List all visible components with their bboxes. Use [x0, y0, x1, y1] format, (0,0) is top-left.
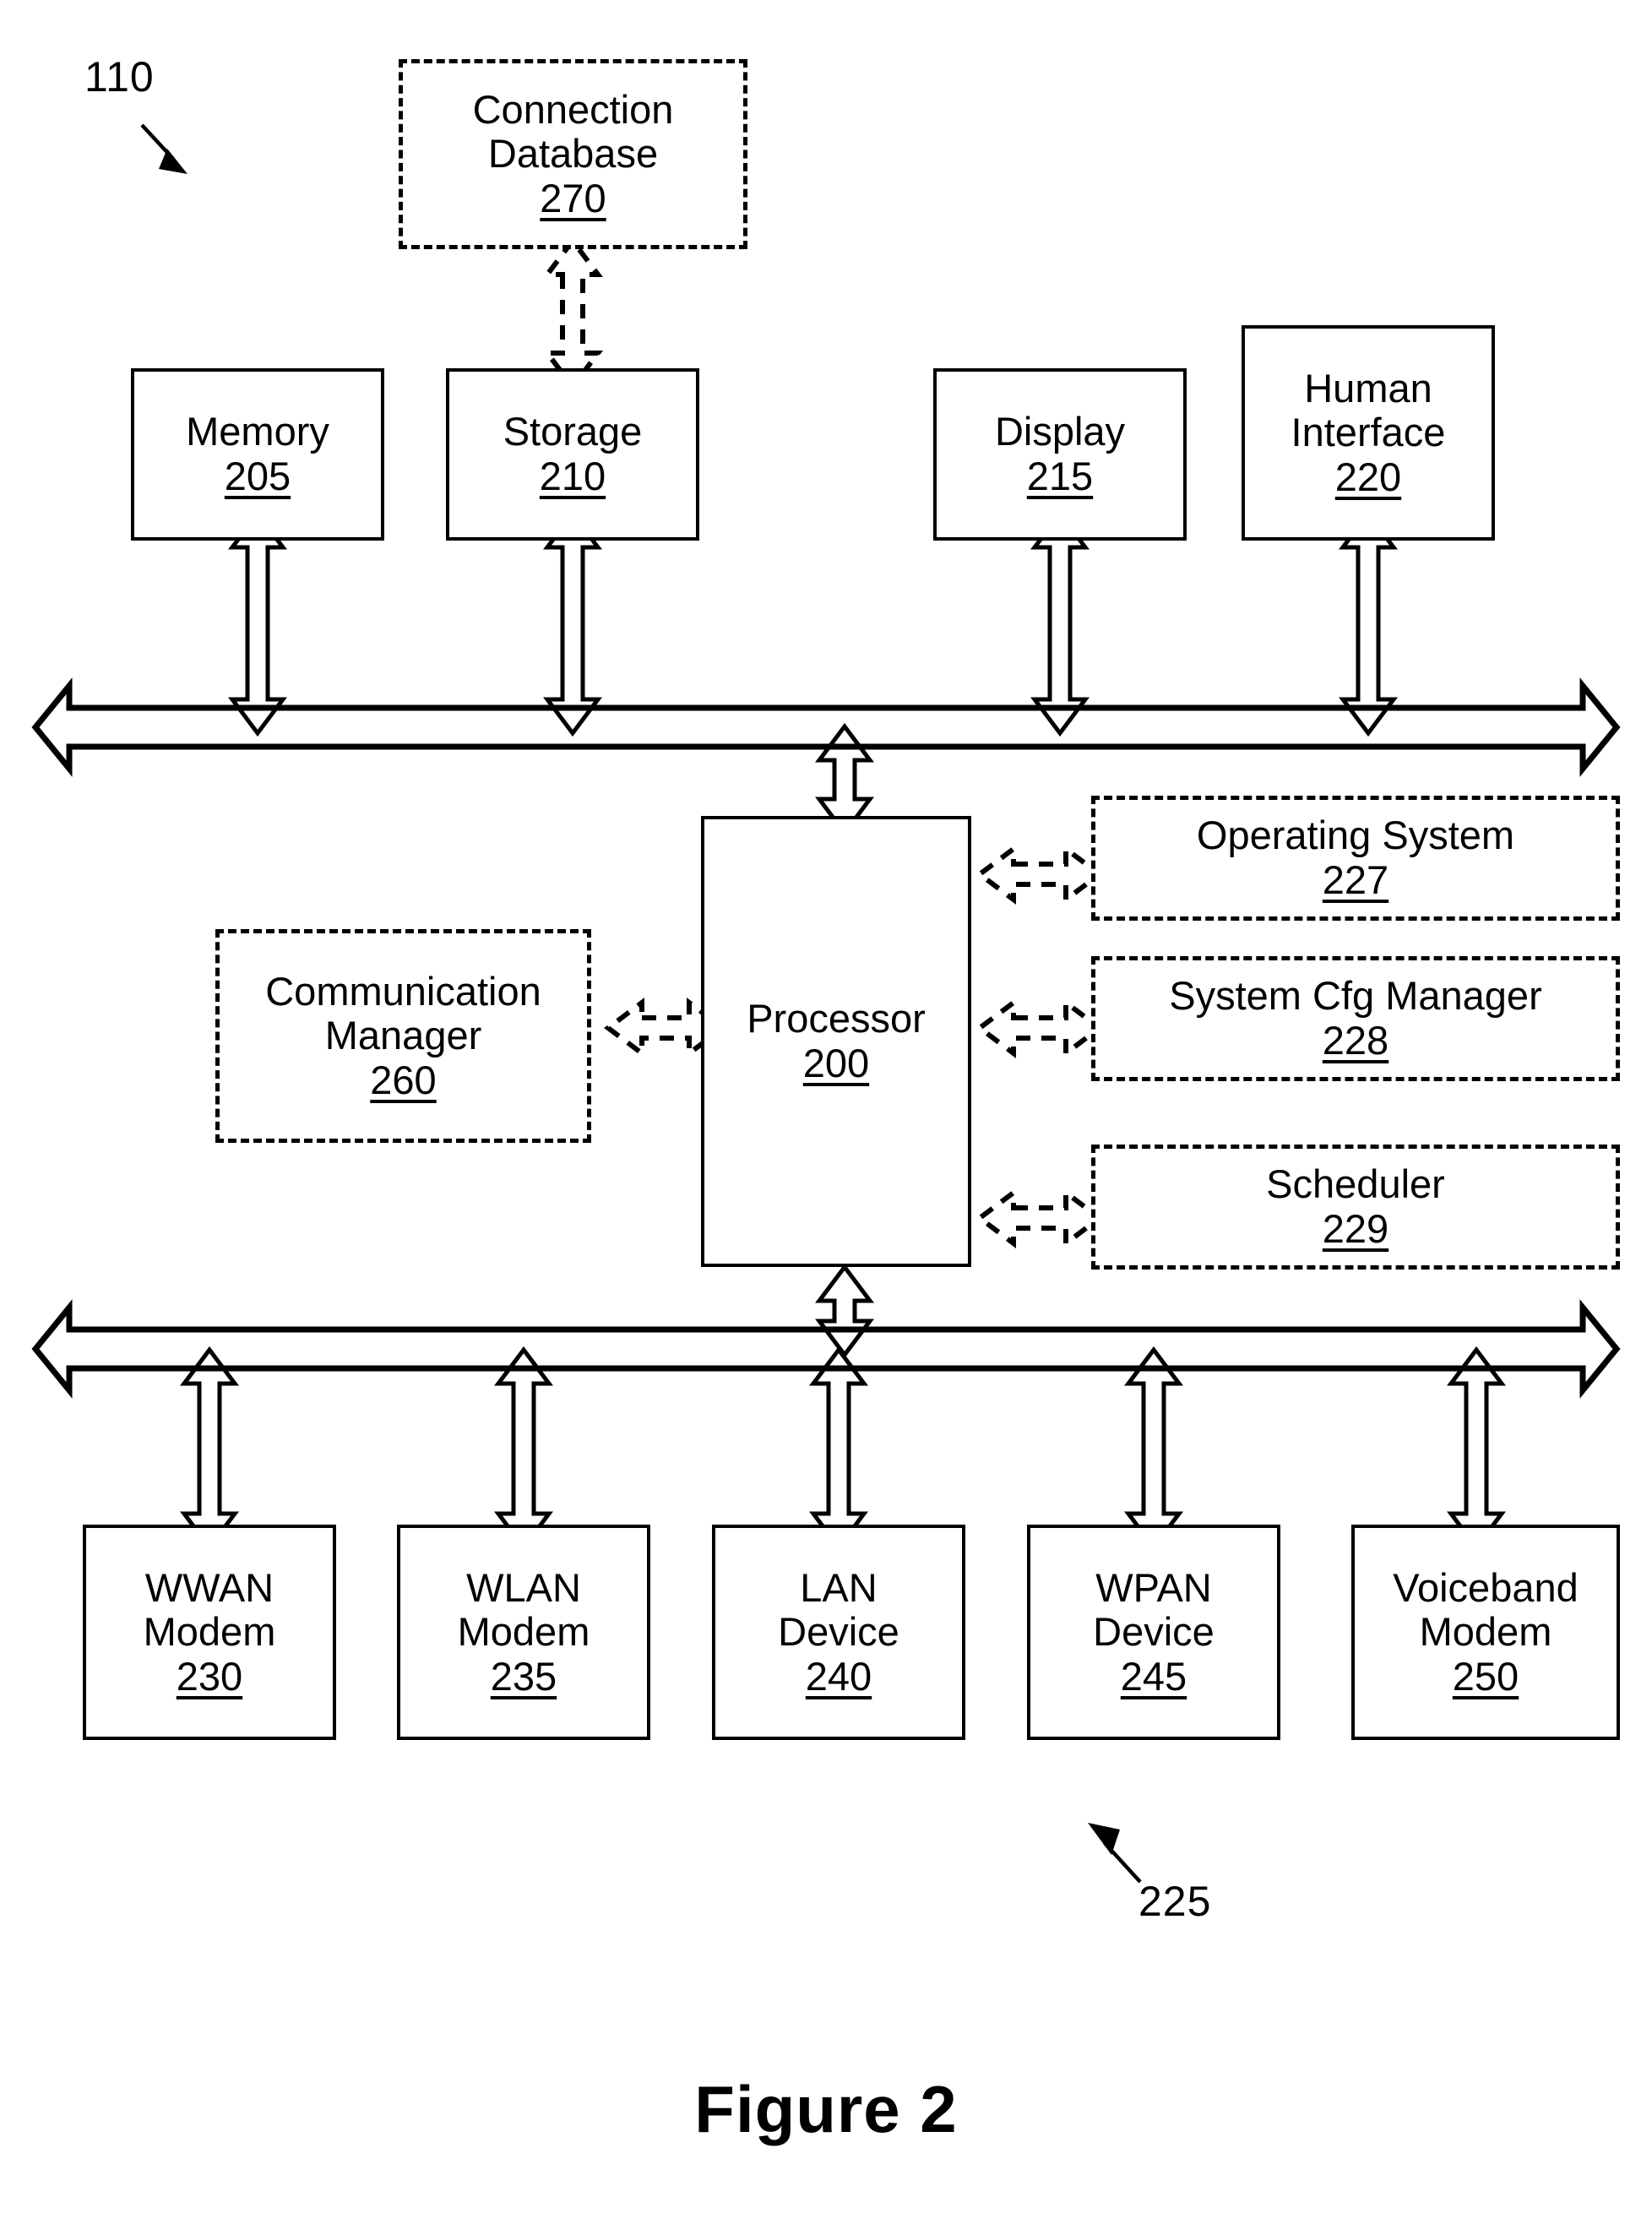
connector-bus-voiceband	[1447, 1346, 1506, 1552]
block-display-label: Display	[994, 409, 1126, 454]
lower-bus	[31, 1299, 1621, 1399]
block-wlan-modem[interactable]: WLAN Modem 235	[397, 1525, 650, 1740]
block-operating-system-ref: 227	[1322, 857, 1389, 902]
block-wpan-device-ref: 245	[1120, 1653, 1187, 1699]
connector-bus-wpan	[1124, 1346, 1183, 1552]
block-voiceband-modem[interactable]: Voiceband Modem 250	[1351, 1525, 1620, 1740]
connector-bus-wlan	[494, 1346, 553, 1552]
block-connection-database-ref: 270	[540, 175, 606, 220]
connector-processor-operating-system	[975, 844, 1104, 905]
block-lan-device-ref: 240	[805, 1653, 872, 1699]
block-storage-label: Storage	[503, 409, 643, 454]
block-system-cfg-manager[interactable]: System Cfg Manager 228	[1091, 956, 1620, 1081]
connector-processor-bus	[815, 1263, 874, 1359]
block-connection-database[interactable]: Connection Database 270	[399, 59, 747, 249]
block-wwan-modem[interactable]: WWAN Modem 230	[83, 1525, 336, 1740]
block-voiceband-modem-ref: 250	[1452, 1653, 1519, 1699]
block-wlan-modem-ref: 235	[490, 1653, 557, 1699]
block-processor[interactable]: Processor 200	[701, 816, 971, 1267]
block-memory-label: Memory	[186, 409, 329, 454]
leader-line-225	[1088, 1823, 1142, 1884]
connector-bus-wwan	[180, 1346, 239, 1552]
block-operating-system[interactable]: Operating System 227	[1091, 796, 1620, 921]
block-connection-database-label: Connection Database	[472, 86, 674, 177]
block-processor-ref: 200	[802, 1041, 870, 1085]
block-display[interactable]: Display 215	[933, 368, 1187, 541]
block-scheduler[interactable]: Scheduler 229	[1091, 1145, 1620, 1270]
block-system-cfg-manager-label: System Cfg Manager	[1169, 973, 1542, 1019]
block-wwan-modem-ref: 230	[176, 1653, 243, 1699]
reference-numeral-110: 110	[84, 53, 155, 101]
block-human-interface-label: Human Interface	[1291, 365, 1446, 455]
connector-bus-lan	[809, 1346, 868, 1552]
block-wlan-modem-label: WLAN Modem	[457, 1564, 590, 1655]
block-lan-device-label: LAN Device	[778, 1564, 899, 1655]
block-memory-ref: 205	[224, 454, 291, 498]
block-storage-ref: 210	[539, 454, 606, 498]
connector-human-interface-bus	[1339, 509, 1398, 737]
block-human-interface-ref: 220	[1334, 454, 1402, 499]
connector-connection-database-storage	[542, 237, 603, 391]
figure-canvas: Connection Database 270 Memory 205 Stora…	[0, 0, 1652, 2224]
connector-display-bus	[1030, 509, 1090, 737]
block-memory[interactable]: Memory 205	[131, 368, 384, 541]
block-display-ref: 215	[1026, 454, 1094, 498]
connector-processor-system-cfg-manager	[975, 998, 1104, 1058]
block-processor-label: Processor	[747, 996, 926, 1041]
block-system-cfg-manager-ref: 228	[1322, 1018, 1389, 1063]
block-scheduler-ref: 229	[1322, 1206, 1389, 1251]
figure-caption: Figure 2	[694, 2072, 958, 2146]
connector-processor-scheduler	[975, 1188, 1104, 1248]
block-voiceband-modem-label: Voiceband Modem	[1393, 1564, 1579, 1655]
block-wpan-device[interactable]: WPAN Device 245	[1027, 1525, 1280, 1740]
block-storage[interactable]: Storage 210	[446, 368, 699, 541]
reference-numeral-225: 225	[1138, 1878, 1212, 1925]
upper-bus	[31, 677, 1621, 777]
leader-line-110	[140, 123, 187, 174]
block-human-interface[interactable]: Human Interface 220	[1242, 325, 1495, 541]
block-operating-system-label: Operating System	[1196, 813, 1515, 858]
block-wpan-device-label: WPAN Device	[1093, 1564, 1215, 1655]
block-lan-device[interactable]: LAN Device 240	[712, 1525, 965, 1740]
block-communication-manager[interactable]: Communication Manager 260	[215, 929, 591, 1143]
block-wwan-modem-label: WWAN Modem	[143, 1564, 276, 1655]
block-communication-manager-label: Communication Manager	[265, 968, 541, 1058]
connector-memory-bus	[228, 509, 287, 737]
block-communication-manager-ref: 260	[370, 1057, 437, 1102]
block-scheduler-label: Scheduler	[1266, 1161, 1445, 1207]
connector-storage-bus	[543, 509, 602, 737]
